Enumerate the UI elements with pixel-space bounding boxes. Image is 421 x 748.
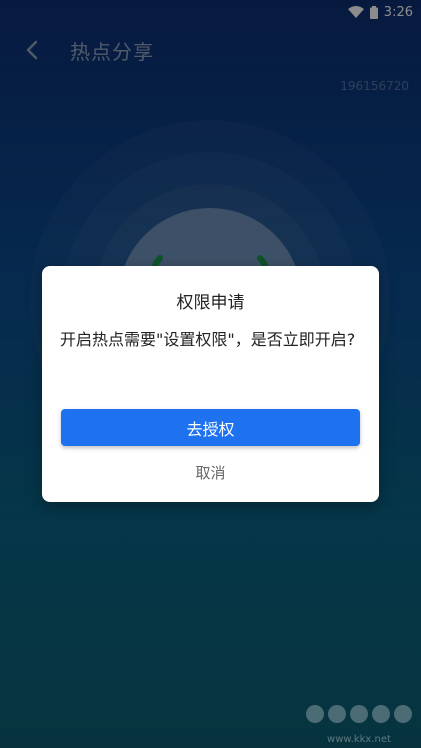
dialog-message: 开启热点需要"设置权限"，是否立即开启? [60,330,356,349]
watermark-logo: www.kkx.net [306,705,412,745]
watermark-text: www.kkx.net [327,734,391,745]
cancel-button[interactable]: 取消 [42,462,379,483]
permission-dialog: 权限申请 开启热点需要"设置权限"，是否立即开启? 去授权 取消 [42,266,379,502]
dialog-title: 权限申请 [176,293,245,313]
authorize-button[interactable]: 去授权 [61,409,360,446]
